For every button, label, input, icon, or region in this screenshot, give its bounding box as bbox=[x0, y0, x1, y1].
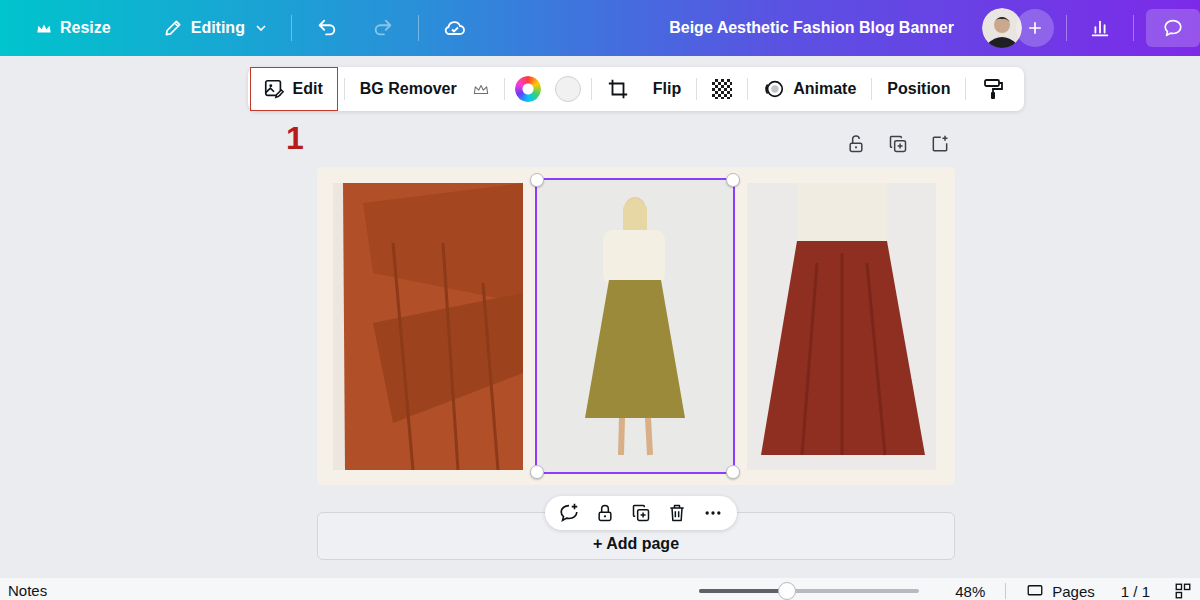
divider bbox=[965, 78, 966, 100]
plus-icon bbox=[1026, 19, 1044, 37]
bar-chart-icon bbox=[1089, 17, 1111, 39]
divider bbox=[1133, 15, 1134, 41]
zoom-slider[interactable] bbox=[699, 589, 919, 593]
skirt-photo bbox=[747, 183, 936, 470]
document-title[interactable]: Beige Aesthetic Fashion Blog Banner bbox=[669, 19, 954, 37]
crop-icon bbox=[607, 78, 629, 100]
copy-style-button[interactable] bbox=[972, 68, 1014, 110]
add-page-icon bbox=[930, 134, 950, 154]
pencil-icon bbox=[163, 18, 183, 38]
more-icon bbox=[703, 503, 723, 523]
flip-button[interactable]: Flip bbox=[644, 71, 690, 107]
page-count: 1 / 1 bbox=[1121, 583, 1150, 600]
model-photo bbox=[537, 180, 733, 472]
crown-icon bbox=[473, 84, 489, 95]
page-actions bbox=[317, 133, 955, 155]
collaborators bbox=[982, 8, 1054, 48]
divider bbox=[344, 78, 345, 100]
undo-button[interactable] bbox=[306, 11, 348, 45]
status-bar: Notes 48% Pages 1 / 1 bbox=[0, 578, 1200, 600]
resize-handle[interactable] bbox=[530, 173, 544, 187]
mode-button[interactable]: Editing bbox=[155, 12, 277, 44]
trash-icon bbox=[667, 503, 687, 523]
animate-icon bbox=[763, 78, 785, 100]
photo[interactable] bbox=[747, 183, 936, 470]
duplicate-button[interactable] bbox=[627, 499, 655, 527]
undo-icon bbox=[316, 17, 338, 39]
redo-button[interactable] bbox=[362, 11, 404, 45]
transparency-button[interactable] bbox=[703, 70, 741, 108]
zoom-fill bbox=[699, 589, 787, 593]
invite-button[interactable] bbox=[1016, 9, 1054, 47]
add-page-button[interactable] bbox=[929, 133, 951, 155]
more-button[interactable] bbox=[699, 499, 727, 527]
grid-view-icon[interactable] bbox=[1174, 582, 1192, 600]
zoom-reading[interactable]: 48% bbox=[955, 583, 985, 600]
skirt-photo bbox=[333, 183, 523, 470]
resize-handle[interactable] bbox=[726, 465, 740, 479]
photo[interactable] bbox=[537, 180, 733, 472]
unlock-icon bbox=[846, 134, 866, 154]
chevron-down-icon bbox=[253, 20, 269, 36]
duplicate-page-button[interactable] bbox=[887, 133, 909, 155]
edit-button[interactable]: Edit bbox=[250, 67, 338, 111]
design-page[interactable] bbox=[317, 167, 955, 485]
divider bbox=[696, 78, 697, 100]
workspace: Edit BG Remover Flip Animate Position 1 + Add … bbox=[0, 56, 1200, 578]
stage: + Add page bbox=[317, 167, 955, 560]
step-annotation: 1 bbox=[286, 122, 304, 154]
image-edit-icon bbox=[263, 78, 285, 100]
pages-icon bbox=[1026, 582, 1044, 600]
lock-icon bbox=[595, 503, 615, 523]
animate-button[interactable]: Animate bbox=[754, 69, 865, 109]
save-status-button[interactable] bbox=[433, 10, 477, 46]
divider bbox=[747, 78, 748, 100]
divider bbox=[291, 15, 292, 41]
delete-button[interactable] bbox=[663, 499, 691, 527]
crown-icon bbox=[36, 23, 52, 34]
divider bbox=[1005, 583, 1006, 599]
duplicate-icon bbox=[888, 134, 908, 154]
bg-remover-button[interactable]: BG Remover bbox=[351, 71, 498, 107]
position-button[interactable]: Position bbox=[878, 71, 959, 107]
color-wheel-button[interactable] bbox=[515, 76, 541, 102]
divider bbox=[418, 15, 419, 41]
lock-page-button[interactable] bbox=[845, 133, 867, 155]
pages-button[interactable]: Pages bbox=[1026, 582, 1095, 600]
comment-add-icon bbox=[558, 502, 580, 524]
divider bbox=[504, 78, 505, 100]
element-toolbar bbox=[545, 496, 737, 530]
canva-editor: Resize Editing Beige Aesthetic Fashion Blo… bbox=[0, 0, 1200, 600]
lock-button[interactable] bbox=[591, 499, 619, 527]
redo-icon bbox=[372, 17, 394, 39]
divider bbox=[1066, 15, 1067, 41]
resize-handle[interactable] bbox=[726, 173, 740, 187]
zoom-thumb[interactable] bbox=[778, 582, 796, 600]
photo[interactable] bbox=[333, 183, 523, 470]
image-toolbar: Edit BG Remover Flip Animate Position bbox=[248, 67, 1025, 111]
insights-button[interactable] bbox=[1079, 11, 1121, 45]
crop-button[interactable] bbox=[598, 69, 638, 109]
comment-icon bbox=[1162, 17, 1184, 39]
notes-button[interactable]: Notes bbox=[8, 582, 47, 599]
comments-button[interactable] bbox=[1146, 9, 1200, 47]
paint-roller-icon bbox=[981, 77, 1005, 101]
resize-handle[interactable] bbox=[530, 465, 544, 479]
divider bbox=[591, 78, 592, 100]
top-bar: Resize Editing Beige Aesthetic Fashion Blo… bbox=[0, 0, 1200, 56]
comment-button[interactable] bbox=[555, 499, 583, 527]
resize-button[interactable]: Resize bbox=[28, 13, 119, 43]
duplicate-icon bbox=[631, 503, 651, 523]
transparency-icon bbox=[712, 79, 732, 99]
divider bbox=[871, 78, 872, 100]
color-swatch[interactable] bbox=[555, 76, 581, 102]
cloud-check-icon bbox=[443, 16, 467, 40]
